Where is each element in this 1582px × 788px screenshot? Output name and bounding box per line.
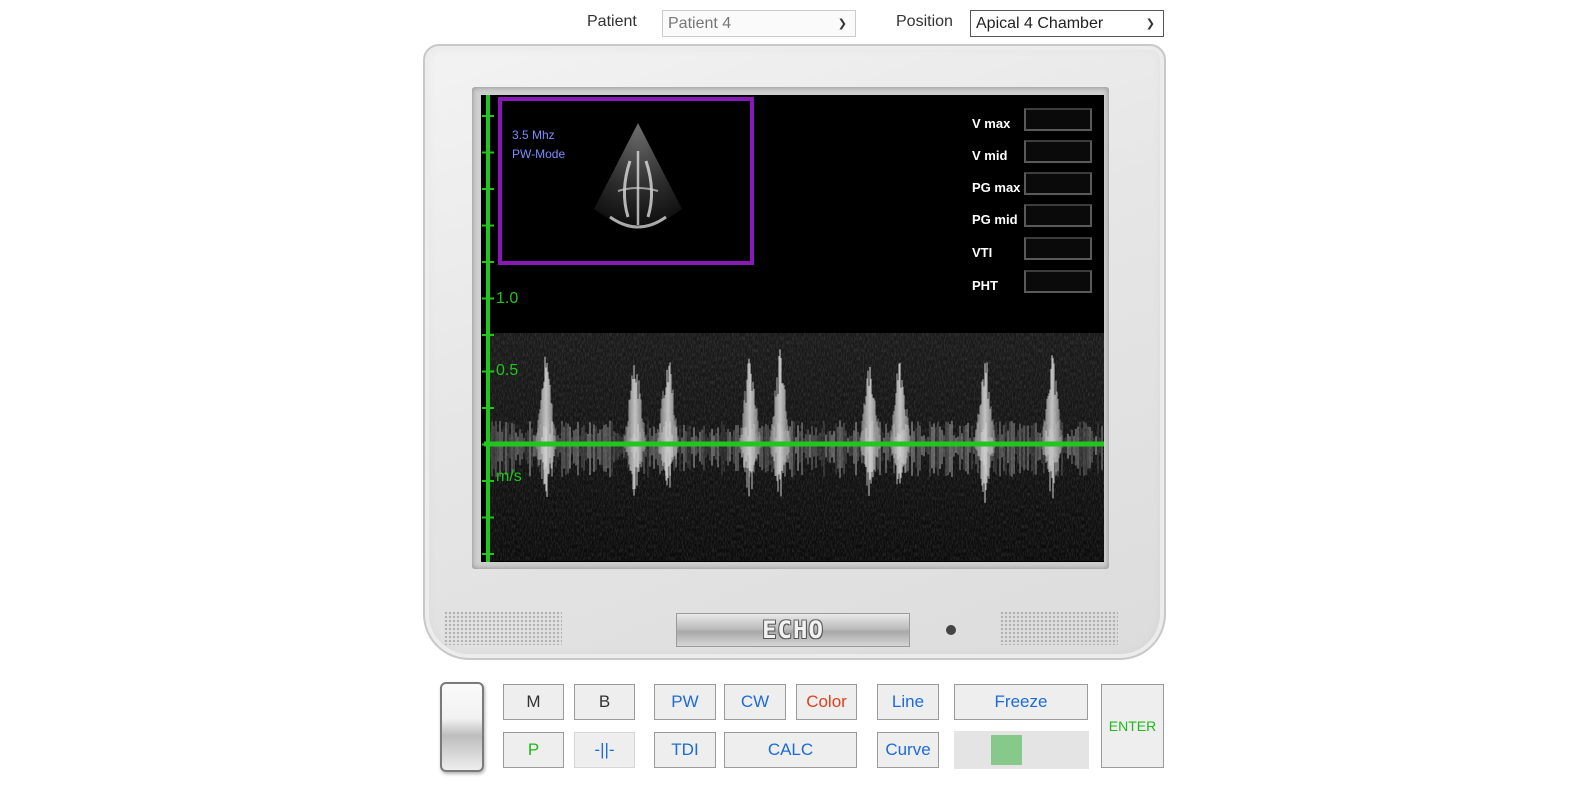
enter-button[interactable]: ENTER [1101,684,1164,768]
measurement-label: V mid [972,148,1008,163]
measurement-label: PHT [972,278,998,293]
speaker-grille-left [444,611,562,645]
velocity-axis [482,95,1104,562]
axis-label-upper: 1.0 [496,290,519,307]
measurement-value-box [1024,108,1092,131]
pw-button[interactable]: PW [654,684,716,720]
speaker-grille-right [1000,611,1118,645]
split-button[interactable]: -||- [574,732,635,768]
color-button[interactable]: Color [796,684,857,720]
curve-button[interactable]: Curve [877,732,939,768]
measurement-label: V max [972,116,1011,131]
p-button[interactable]: P [503,732,564,768]
measurement-value-box [1024,237,1092,260]
tdi-button[interactable]: TDI [654,732,716,768]
line-button[interactable]: Line [877,684,939,720]
position-select[interactable]: Apical 4 Chamber ❯ [970,10,1164,37]
measurement-label: PG max [972,180,1021,195]
axis-label-mid: 0.5 [496,362,519,379]
calc-button[interactable]: CALC [724,732,857,768]
measurement-value-box [1024,270,1092,293]
power-indicator [946,625,956,635]
patient-label: Patient [587,13,637,30]
position-label: Position [896,13,953,30]
patient-select[interactable]: Patient 4 ❯ [662,10,856,37]
b-mode-button[interactable]: B [574,684,635,720]
measurement-label: VTI [972,245,993,260]
position-select-value: Apical 4 Chamber [976,14,1104,32]
power-switch[interactable] [440,682,484,772]
m-mode-button[interactable]: M [503,684,564,720]
measurement-value-box [1024,140,1092,163]
axis-unit-label: m/s [496,468,522,485]
chevron-down-icon: ❯ [1145,17,1155,30]
cw-button[interactable]: CW [724,684,786,720]
gain-slider-knob[interactable] [991,735,1022,765]
echo-logo: ECHO [676,613,910,647]
measurement-value-box [1024,204,1092,227]
measurement-value-box [1024,172,1092,195]
patient-select-value: Patient 4 [668,14,732,32]
chevron-down-icon: ❯ [837,17,847,30]
freeze-button[interactable]: Freeze [954,684,1088,720]
measurement-label: PG mid [972,212,1018,227]
